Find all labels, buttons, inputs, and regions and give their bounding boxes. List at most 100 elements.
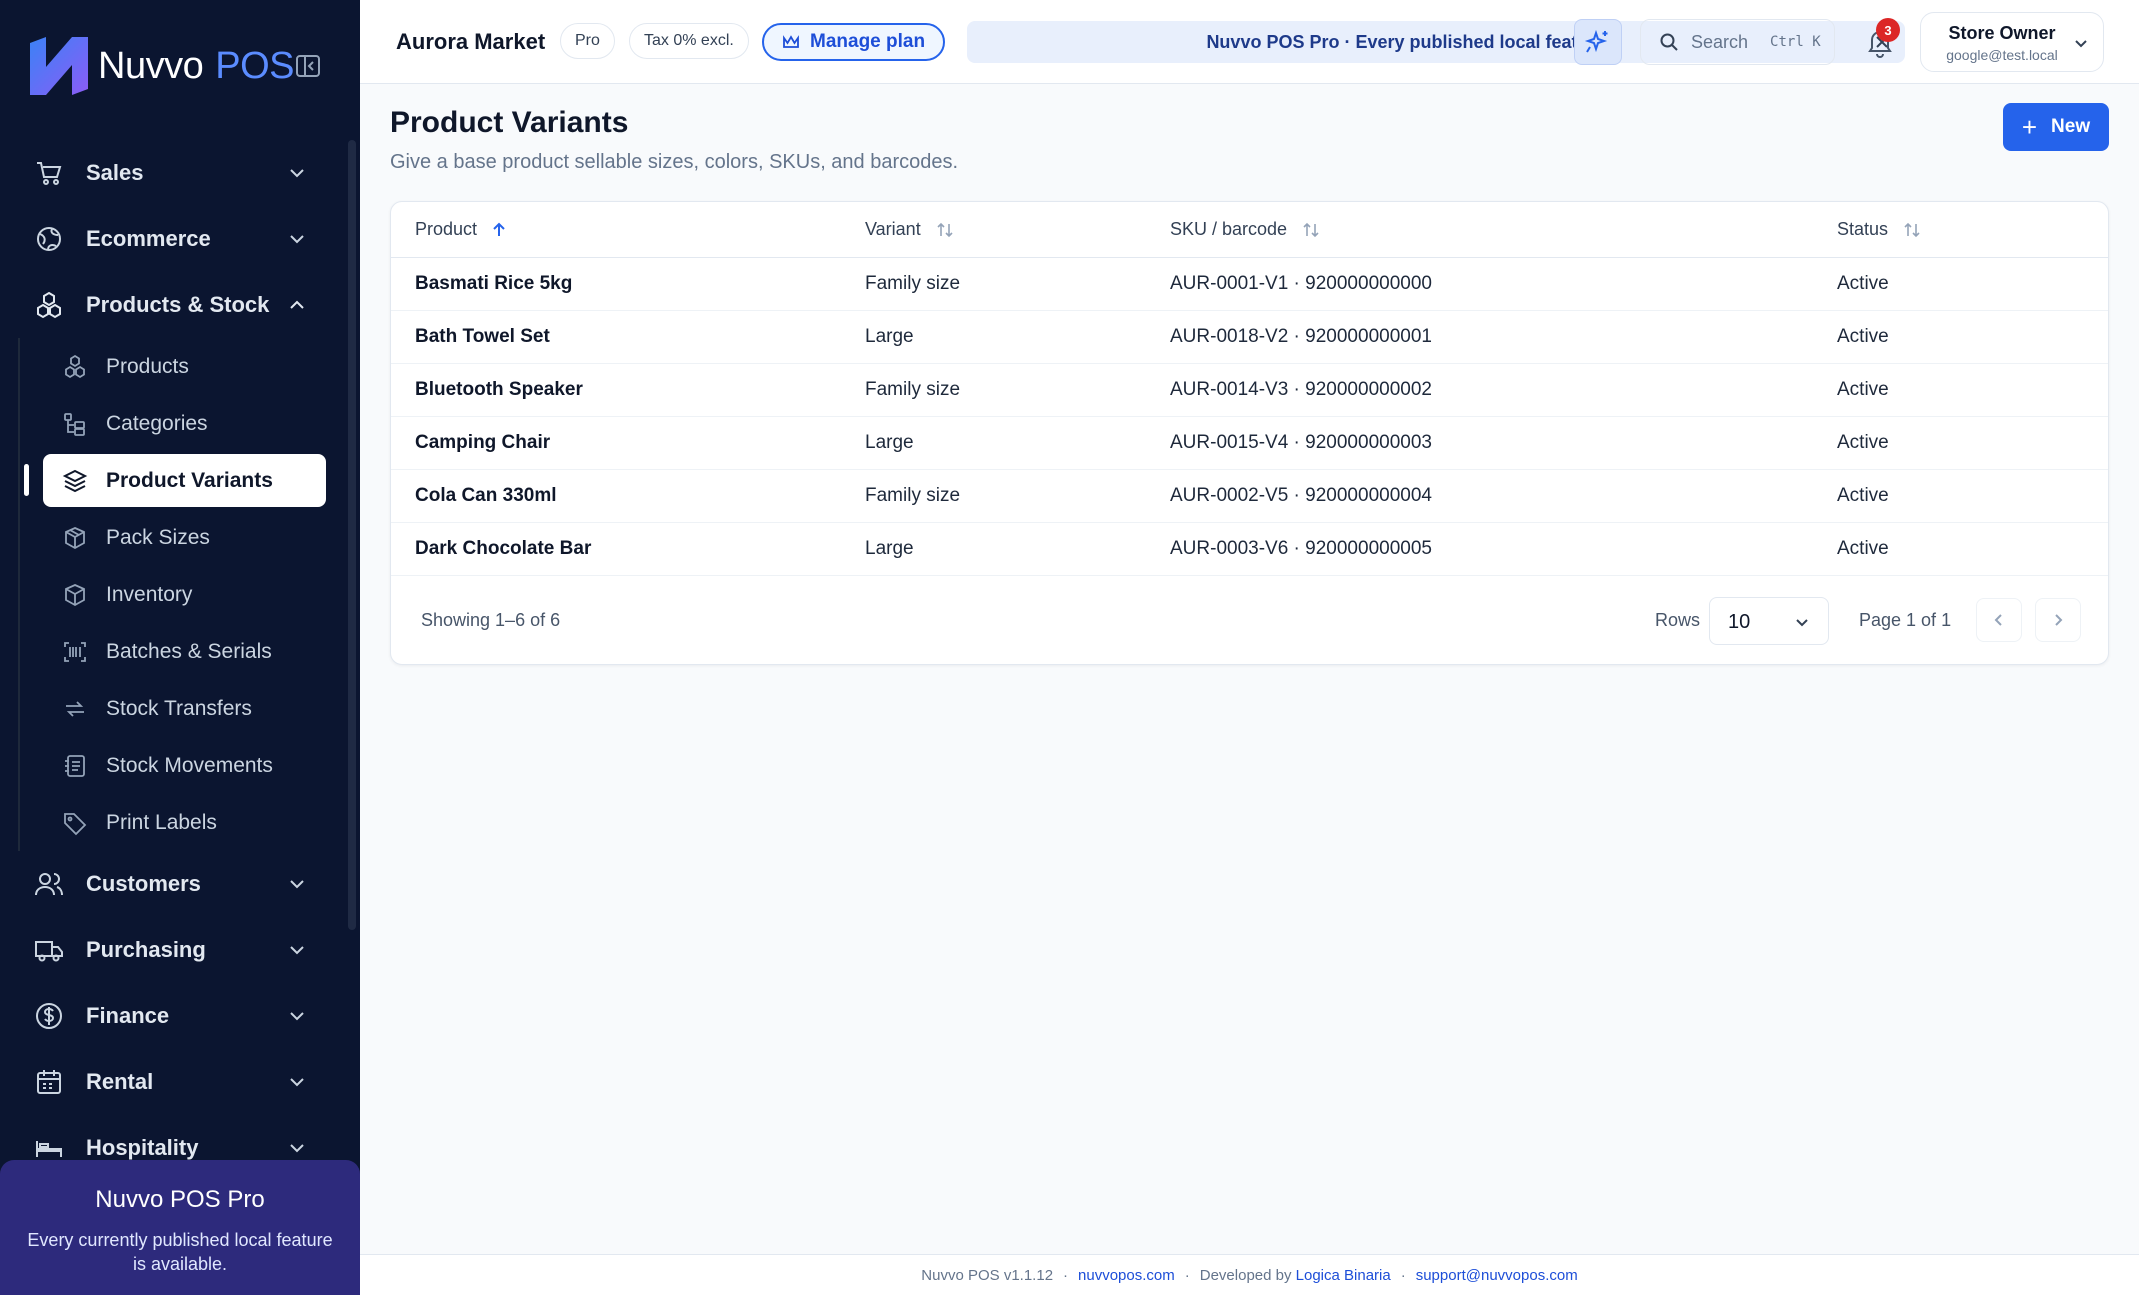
support-email-link[interactable]: support@nuvvopos.com [1416,1267,1578,1284]
chevron-right-icon [2055,614,2063,626]
sidebar-nav: Sales Ecommerce Products & Stock Product… [0,140,350,1181]
crown-icon [783,35,799,48]
sidebar-item-stock-movements[interactable]: Stock Movements [0,737,350,794]
sidebar-group-rental[interactable]: Rental [0,1049,350,1115]
chevron-down-icon [290,1012,304,1021]
manage-plan-button[interactable]: Manage plan [762,23,946,61]
chevron-down-icon [1796,619,1808,627]
sparkles-icon [1584,29,1608,53]
ai-assistant-button[interactable] [1574,19,1622,65]
column-header-product[interactable]: Product [391,202,865,258]
ledger-icon [65,754,85,777]
plan-chip: Pro [560,23,615,59]
search-icon [1660,33,1678,51]
sidebar-group-purchasing[interactable]: Purchasing [0,917,350,983]
sidebar-item-pack-sizes[interactable]: Pack Sizes [0,509,350,566]
cell-variant: Large [865,522,1170,576]
developer-link[interactable]: Logica Binaria [1296,1267,1391,1284]
sidebar-item-product-variants[interactable]: Product Variants [0,452,350,509]
chevron-left-icon [1994,614,2002,626]
column-header-variant[interactable]: Variant [865,202,1170,258]
cell-status: Active [1837,257,2108,311]
cell-product: Camping Chair [391,416,865,470]
chevron-down-icon [290,880,304,889]
search-shortcut: Ctrl K [1770,34,1821,50]
sidebar-item-inventory[interactable]: Inventory [0,566,350,623]
bed-icon [36,1141,62,1157]
table-row[interactable]: Bath Towel Set Large AUR-0018-V2 · 92000… [391,310,2108,364]
boxes-icon [65,354,85,378]
products-stock-subnav: Products Categories Product Variants Pac… [0,338,350,851]
pro-promo-card: Nuvvo POS Pro Every currently published … [0,1160,360,1295]
new-variant-button[interactable]: + New [2003,103,2109,151]
user-menu[interactable]: Store Owner google@test.local [1920,12,2104,72]
layers-icon [62,469,88,492]
nuvvo-logo-icon [30,37,88,95]
cell-status: Active [1837,363,2108,417]
sidebar-group-customers[interactable]: Customers [0,851,350,917]
chevron-down-icon [2075,40,2087,48]
sidebar: Nuvvo POS Sales Ecommerce Products & Sto… [0,0,360,1295]
website-link[interactable]: nuvvopos.com [1078,1267,1175,1284]
cell-sku: AUR-0003-V6 · 920000000005 [1170,522,1837,576]
tax-chip: Tax 0% excl. [629,23,749,59]
globe-icon [37,227,61,251]
sidebar-item-categories[interactable]: Categories [0,395,350,452]
sidebar-group-ecommerce[interactable]: Ecommerce [0,206,350,272]
developed-by-label: Developed by [1199,1266,1292,1284]
calendar-icon [37,1070,61,1094]
table-row[interactable]: Dark Chocolate Bar Large AUR-0003-V6 · 9… [391,522,2108,576]
page-title: Product Variants [390,106,629,139]
sidebar-item-batches-serials[interactable]: Batches & Serials [0,623,350,680]
sidebar-scrollbar[interactable] [348,140,356,930]
top-header: Aurora Market Pro Tax 0% excl. Manage pl… [360,0,2139,84]
promo-text: Every currently published local feature … [27,1230,333,1274]
column-header-sku[interactable]: SKU / barcode [1170,202,1837,258]
dollar-icon [36,1003,62,1029]
cell-product: Cola Can 330ml [391,469,865,523]
showing-count: Showing 1–6 of 6 [421,610,561,630]
active-marker [24,464,29,496]
chevron-down-icon [290,235,304,244]
sidebar-group-sales[interactable]: Sales [0,140,350,206]
brand-name: Nuvvo POS [98,44,295,87]
next-page-button[interactable] [2035,598,2081,642]
cell-sku: AUR-0001-V1 · 920000000000 [1170,257,1837,311]
sidebar-group-finance[interactable]: Finance [0,983,350,1049]
cell-variant: Family size [865,257,1170,311]
sort-icon [1303,222,1319,238]
column-header-status[interactable]: Status [1837,202,2108,258]
page-info: Page 1 of 1 [1859,610,1952,630]
store-name[interactable]: Aurora Market [396,29,545,55]
collapse-sidebar-icon[interactable] [294,52,322,80]
cell-product: Basmati Rice 5kg [391,257,865,311]
sidebar-item-products[interactable]: Products [0,338,350,395]
previous-page-button[interactable] [1976,598,2022,642]
cell-status: Active [1837,522,2108,576]
sidebar-group-products-stock[interactable]: Products & Stock [0,272,350,338]
package-icon [65,526,85,549]
cell-product: Dark Chocolate Bar [391,522,865,576]
sidebar-item-print-labels[interactable]: Print Labels [0,794,350,851]
table-row[interactable]: Camping Chair Large AUR-0015-V4 · 920000… [391,416,2108,470]
table-row[interactable]: Cola Can 330ml Family size AUR-0002-V5 ·… [391,469,2108,523]
sort-icon [1904,222,1920,238]
user-name: Store Owner [1948,23,2056,43]
cell-sku: AUR-0018-V2 · 920000000001 [1170,310,1837,364]
cell-product: Bath Towel Set [391,310,865,364]
chevron-down-icon [290,1078,304,1087]
table-pagination: Showing 1–6 of 6 Rows 10 Page 1 of 1 [391,576,2108,664]
table-row[interactable]: Bluetooth Speaker Family size AUR-0014-V… [391,363,2108,417]
chevron-down-icon [290,946,304,955]
rows-per-page-value: 10 [1728,611,1751,633]
search-box[interactable]: Search Ctrl K [1640,19,1835,65]
cell-sku: AUR-0015-V4 · 920000000003 [1170,416,1837,470]
sidebar-item-stock-transfers[interactable]: Stock Transfers [0,680,350,737]
page-subtitle: Give a base product sellable sizes, colo… [390,151,959,173]
table-row[interactable]: Basmati Rice 5kg Family size AUR-0001-V1… [391,257,2108,311]
rows-per-page-select[interactable]: 10 [1709,597,1829,645]
notification-count-badge: 3 [1876,18,1900,42]
cell-status: Active [1837,416,2108,470]
brand-logo[interactable]: Nuvvo POS [26,32,295,100]
variants-table: Product Variant SKU / barcode Status Bas… [391,202,2108,576]
